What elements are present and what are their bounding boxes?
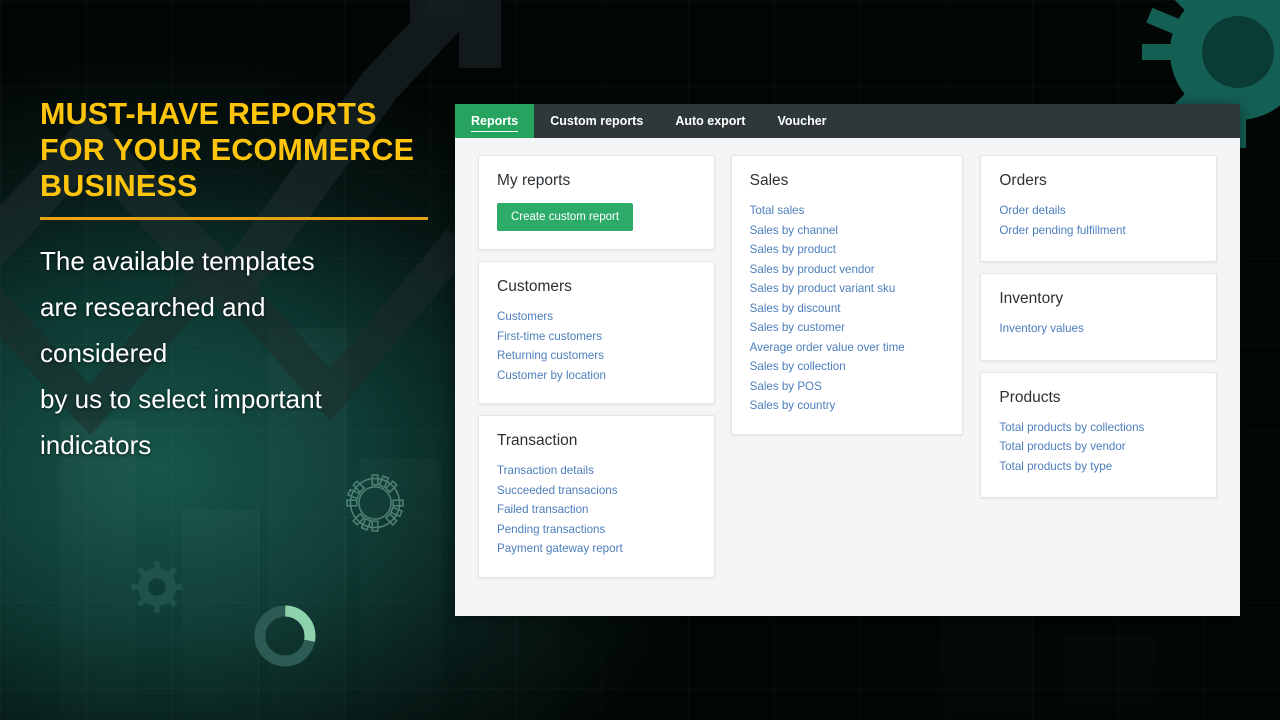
card-spacer: [999, 240, 1198, 243]
inventory-link-list: Inventory values: [999, 319, 1198, 339]
promo-body-text: The available templates are researched a…: [40, 246, 322, 460]
list-item[interactable]: Total sales: [750, 201, 945, 221]
card-inventory-title: Inventory: [999, 290, 1064, 307]
tab-auto-export-label: Auto export: [675, 114, 746, 128]
list-item[interactable]: Returning customers: [497, 346, 696, 366]
products-link-list: Total products by collections Total prod…: [999, 418, 1198, 477]
decor-donut-chart-icon: [254, 605, 316, 667]
decor-gear-outline-icon: [346, 474, 404, 532]
card-spacer: [999, 476, 1198, 479]
decor-bar-column: [940, 602, 1036, 720]
list-item[interactable]: First-time customers: [497, 327, 696, 347]
reports-column-middle: Sales Total sales Sales by channel Sales…: [730, 155, 964, 435]
app-window: Reports Custom reports Auto export Vouch…: [455, 104, 1240, 616]
title-divider: [40, 217, 428, 220]
card-inventory: Inventory Inventory values: [980, 273, 1217, 361]
page-title: Must-have reports for your ecommerce bus…: [40, 97, 415, 203]
tab-auto-export[interactable]: Auto export: [659, 104, 761, 138]
card-my-reports: My reports Create custom report: [478, 155, 715, 250]
list-item[interactable]: Sales by POS: [750, 377, 945, 397]
create-custom-report-button[interactable]: Create custom report: [497, 203, 634, 231]
tab-voucher-label: Voucher: [777, 114, 827, 128]
decor-bar-column: [182, 510, 260, 720]
sales-link-list: Total sales Sales by channel Sales by pr…: [750, 201, 945, 416]
list-item[interactable]: Sales by product vendor: [750, 260, 945, 280]
card-orders-title: Orders: [999, 172, 1047, 189]
list-item[interactable]: Sales by customer: [750, 318, 945, 338]
customers-link-list: Customers First-time customers Returning…: [497, 307, 696, 385]
list-item[interactable]: Sales by product: [750, 240, 945, 260]
reports-column-left: My reports Create custom report Customer…: [478, 155, 715, 578]
card-customers: Customers Customers First-time customers…: [478, 261, 715, 404]
card-sales: Sales Total sales Sales by channel Sales…: [730, 155, 964, 435]
list-item[interactable]: Inventory values: [999, 319, 1198, 339]
card-my-reports-title: My reports: [497, 172, 571, 189]
list-item[interactable]: Customer by location: [497, 366, 696, 386]
list-item[interactable]: Sales by product variant sku: [750, 279, 945, 299]
list-item[interactable]: Pending transactions: [497, 520, 696, 540]
tab-reports[interactable]: Reports: [455, 104, 535, 138]
list-item[interactable]: Customers: [497, 307, 696, 327]
card-sales-title: Sales: [749, 172, 789, 189]
card-orders: Orders Order details Order pending fulfi…: [980, 155, 1217, 262]
card-customers-title: Customers: [497, 278, 572, 295]
tab-custom-reports[interactable]: Custom reports: [534, 104, 659, 138]
card-transaction-title: Transaction: [497, 432, 578, 449]
card-products: Products Total products by collections T…: [980, 371, 1217, 498]
decor-bar-column: [1064, 634, 1156, 720]
orders-link-list: Order details Order pending fulfillment: [999, 201, 1198, 240]
list-item[interactable]: Sales by discount: [750, 299, 945, 319]
promo-copy: Must-have reports for your ecommerce bus…: [40, 96, 440, 468]
reports-column-right: Orders Order details Order pending fulfi…: [980, 155, 1217, 498]
list-item[interactable]: Total products by vendor: [999, 437, 1198, 457]
decor-gear-filled-icon: [131, 561, 183, 613]
tab-voucher[interactable]: Voucher: [761, 104, 842, 138]
reports-board: My reports Create custom report Customer…: [455, 138, 1240, 616]
list-item[interactable]: Total products by collections: [999, 418, 1198, 438]
list-item[interactable]: Sales by collection: [750, 357, 945, 377]
card-products-title: Products: [999, 388, 1061, 406]
tab-bar: Reports Custom reports Auto export Vouch…: [455, 104, 1240, 138]
list-item[interactable]: Average order value over time: [750, 338, 945, 358]
card-spacer: [999, 339, 1198, 342]
list-item[interactable]: Sales by country: [750, 396, 945, 416]
tab-reports-label: Reports: [471, 114, 519, 128]
list-item[interactable]: Transaction details: [497, 461, 696, 481]
card-transaction: Transaction Transaction details Succeede…: [478, 415, 715, 578]
list-item[interactable]: Failed transaction: [497, 500, 696, 520]
transaction-link-list: Transaction details Succeeded transacion…: [497, 461, 696, 559]
slide-canvas: Must-have reports for your ecommerce bus…: [0, 0, 1280, 720]
list-item[interactable]: Total products by type: [999, 457, 1198, 477]
tab-active-underline: [471, 130, 519, 132]
list-item[interactable]: Order details: [999, 201, 1198, 221]
list-item[interactable]: Succeeded transacions: [497, 481, 696, 501]
list-item[interactable]: Order pending fulfillment: [999, 221, 1198, 241]
tab-custom-reports-label: Custom reports: [550, 114, 644, 128]
list-item[interactable]: Payment gateway report: [497, 539, 696, 559]
list-item[interactable]: Sales by channel: [750, 221, 945, 241]
